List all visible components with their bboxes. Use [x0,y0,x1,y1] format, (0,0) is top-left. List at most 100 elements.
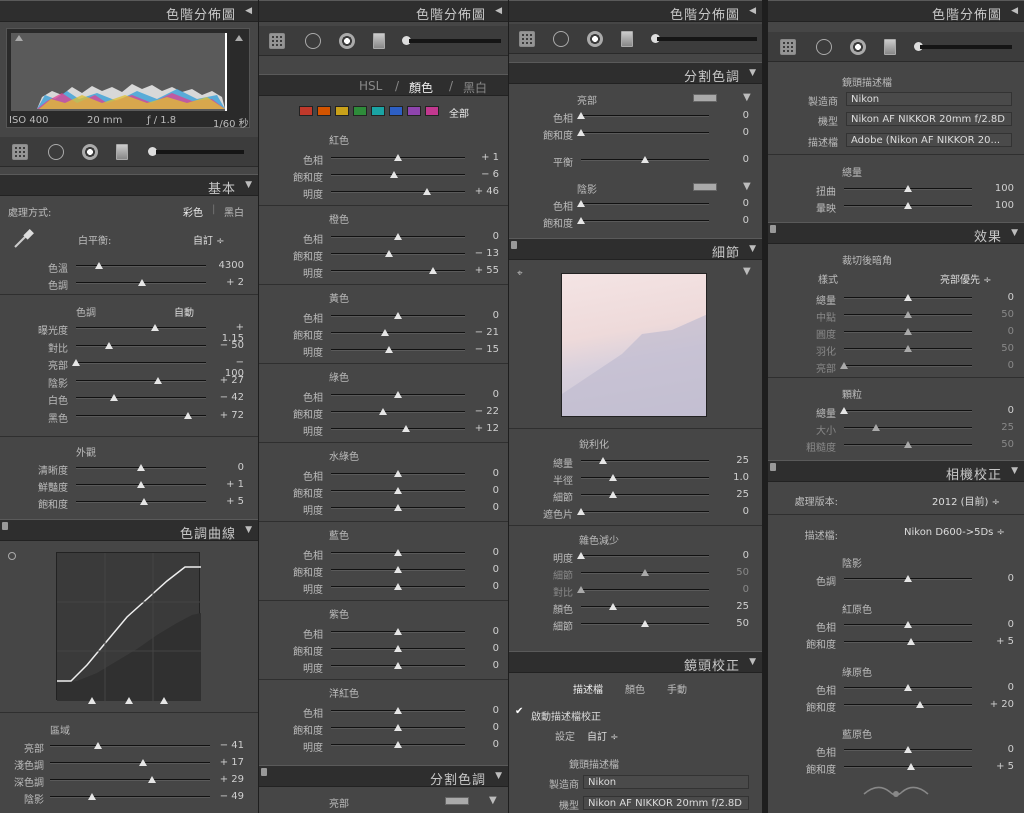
make-dropdown[interactable]: Nikon [846,92,1012,106]
slider-thumb[interactable] [906,763,915,770]
slider-value[interactable]: − 41 [214,740,244,751]
slider-thumb[interactable] [577,200,585,207]
collapse-icon[interactable]: ▼ [743,266,751,277]
slider-track[interactable] [581,589,709,591]
color-swatch[interactable] [317,106,331,116]
slider-thumb[interactable] [379,408,388,415]
slider-value[interactable]: − 49 [214,791,244,802]
slider-value[interactable]: 0 [984,619,1014,630]
red-eye-icon[interactable] [82,144,98,160]
tone-curve-graph[interactable] [56,552,201,701]
collapse-icon[interactable]: ▼ [1011,228,1018,238]
crosshair-icon[interactable]: ⌖ [517,268,523,279]
hsl-tab[interactable]: HSL [359,79,382,93]
tab-profile[interactable]: 描述檔 [573,681,603,696]
slider-track[interactable] [331,332,465,334]
slider-value[interactable]: 0 [984,405,1014,416]
slider-thumb[interactable] [183,411,192,419]
slider-value[interactable]: − 15 [469,344,499,355]
detail-preview[interactable] [561,273,707,417]
slider-value[interactable]: 0 [984,292,1014,303]
slider-thumb[interactable] [915,701,924,708]
auto-tone-button[interactable]: 自動 [174,304,194,319]
curve-split-handle[interactable] [160,697,168,704]
collapse-icon[interactable]: ◀ [749,6,756,16]
graduated-filter-icon[interactable] [621,31,633,47]
brush-slider-track[interactable] [409,39,501,43]
slider-thumb[interactable] [394,391,402,398]
slider-value[interactable]: 50 [984,439,1014,450]
slider-thumb[interactable] [577,552,585,559]
slider-thumb[interactable] [394,628,402,635]
collapse-icon[interactable]: ▼ [1011,466,1018,476]
panel-switch-icon[interactable] [511,241,517,249]
slider-track[interactable] [331,253,465,255]
panel-switch-icon[interactable] [770,225,776,233]
histogram-header[interactable]: 色階分佈圖 ◀ [768,0,1024,23]
slider-value[interactable]: 4300 [214,260,244,271]
slider-thumb[interactable] [394,645,402,652]
slider-thumb[interactable] [577,586,585,593]
slider-thumb[interactable] [840,362,848,369]
slider-value[interactable]: − 42 [214,392,244,403]
spot-removal-icon[interactable] [553,31,569,47]
crop-grid-icon[interactable] [269,33,285,49]
checkbox-checked-icon[interactable]: ✔ [515,706,523,717]
histogram-header[interactable]: 色階分佈圖 ◀ [0,0,258,23]
slider-thumb[interactable] [641,569,649,576]
slider-track[interactable] [76,327,206,329]
slider-value[interactable]: 0 [719,550,749,561]
slider-track[interactable] [50,779,210,781]
treatment-color-option[interactable]: 彩色 [183,204,203,219]
basic-header[interactable]: 基本 ▼ [0,174,258,197]
slider-thumb[interactable] [109,394,118,401]
camera-profile-dropdown[interactable]: Nikon D600->5Ds ÷ [904,527,1005,538]
collapse-icon[interactable]: ▼ [245,525,252,535]
slider-track[interactable] [76,379,206,382]
slider-thumb[interactable] [394,583,402,590]
model-dropdown[interactable]: Nikon AF NIKKOR 20mm f/2.8D [846,112,1012,126]
slider-thumb[interactable] [394,470,402,477]
slider-value[interactable]: 0 [719,506,749,517]
collapse-icon[interactable]: ▼ [749,657,756,667]
slider-track[interactable] [331,349,465,351]
slider-value[interactable]: 0 [469,643,499,654]
red-eye-icon[interactable] [850,39,866,55]
spot-removal-icon[interactable] [48,144,64,160]
effects-header[interactable]: 效果 ▼ [768,222,1024,245]
slider-thumb[interactable] [872,424,880,431]
color-swatch[interactable] [407,106,421,116]
panel-switch-icon[interactable] [261,768,267,776]
process-dropdown[interactable]: 2012 (目前) ÷ [932,493,1000,508]
slider-thumb[interactable] [394,707,402,714]
slider-value[interactable]: + 5 [984,761,1014,772]
slider-thumb[interactable] [394,566,402,573]
slider-value[interactable]: 0 [984,573,1014,584]
color-swatch[interactable] [353,106,367,116]
slider-value[interactable]: 0 [719,110,749,121]
slider-thumb[interactable] [904,621,912,628]
color-tab[interactable]: 顏色 [409,79,433,96]
slider-track[interactable] [581,203,709,205]
color-swatch[interactable] [371,106,385,116]
slider-value[interactable]: 0 [984,682,1014,693]
slider-thumb[interactable] [394,724,402,731]
slider-track[interactable] [331,191,465,193]
slider-thumb[interactable] [380,329,389,336]
slider-value[interactable]: 50 [719,567,749,578]
eyedropper-icon[interactable] [12,228,34,250]
slider-value[interactable]: − 21 [469,327,499,338]
slider-value[interactable]: + 17 [214,757,244,768]
crop-grid-icon[interactable] [519,31,535,47]
collapse-icon[interactable]: ▼ [743,181,751,192]
slider-thumb[interactable] [906,638,915,645]
slider-thumb[interactable] [148,776,157,783]
slider-thumb[interactable] [151,324,160,331]
slider-track[interactable] [331,270,465,272]
slider-value[interactable]: 0 [719,154,749,165]
slider-thumb[interactable] [641,156,649,163]
slider-value[interactable]: + 5 [984,636,1014,647]
slider-thumb[interactable] [904,328,912,335]
all-colors-button[interactable]: 全部 [449,105,469,120]
collapse-icon[interactable]: ▼ [489,795,497,806]
